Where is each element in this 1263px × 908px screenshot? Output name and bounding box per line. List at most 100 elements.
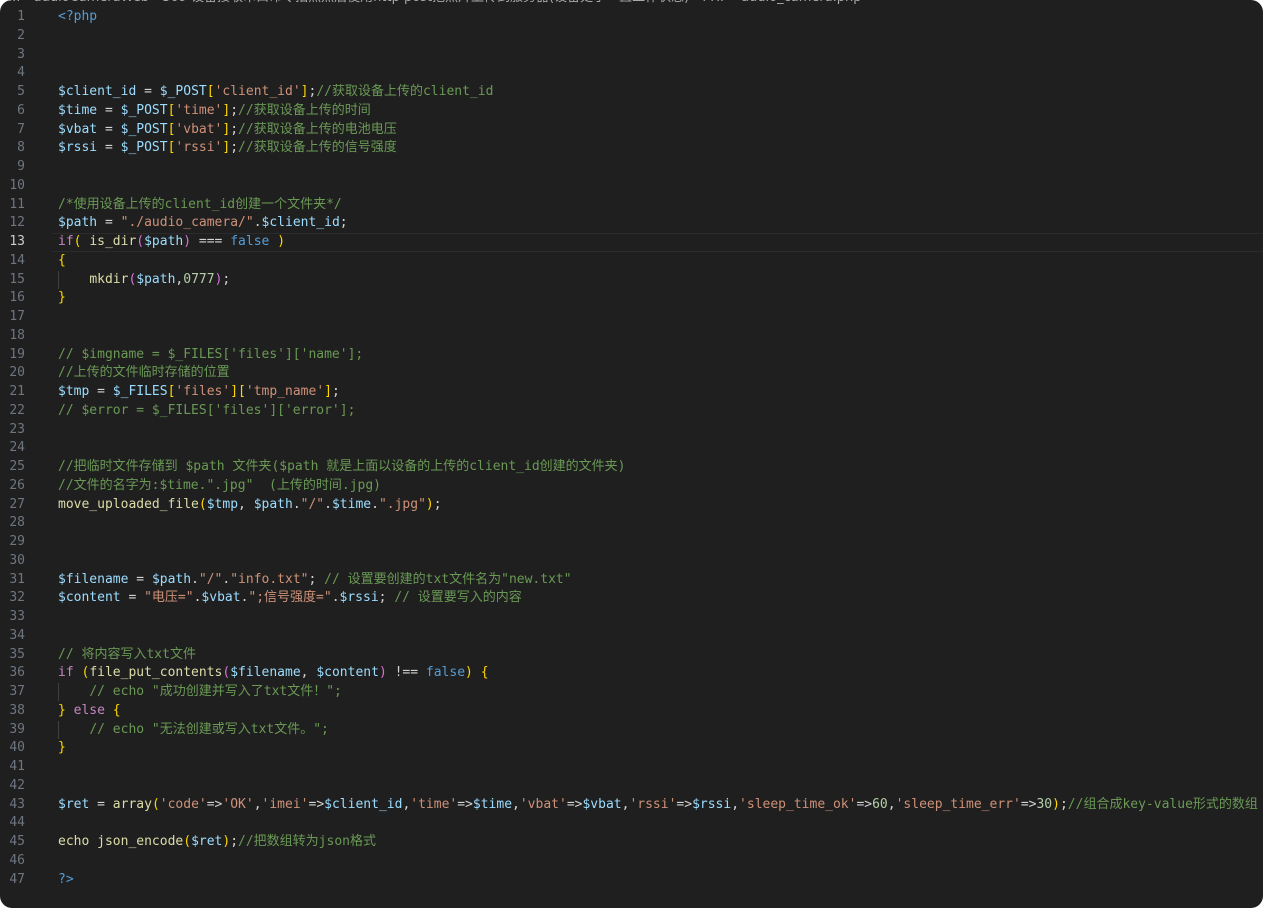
- breadcrumb-item[interactable]: 309 设备接收串口命令拍照然后使用http post把照片上传到服务器(设备处…: [162, 0, 689, 5]
- code-line[interactable]: 39 // echo "无法创建或写入txt文件。";: [0, 721, 1263, 740]
- code-line[interactable]: 14 {: [0, 252, 1263, 271]
- code-line[interactable]: 5 $client_id = $_POST['client_id'];//获取设备…: [0, 83, 1263, 102]
- code-line[interactable]: 17: [0, 308, 1263, 327]
- code-line[interactable]: 8 $rssi = $_POST['rssi'];//获取设备上传的信号强度: [0, 139, 1263, 158]
- code-line[interactable]: 26 //文件的名字为:$time.".jpg" (上传的时间.jpg): [0, 477, 1263, 496]
- token-var: $path: [58, 215, 98, 231]
- code-text[interactable]: if( is_dir($path) === false ): [58, 233, 1263, 252]
- code-line[interactable]: 23: [0, 421, 1263, 440]
- code-text[interactable]: $filename = $path."/"."info.txt"; // 设置要…: [58, 571, 1263, 590]
- code-editor[interactable]: ...›audioCameraWeb›309 设备接收串口命令拍照然后使用htt…: [0, 0, 1263, 908]
- code-text[interactable]: $path = "./audio_camera/".$client_id;: [58, 214, 1263, 233]
- code-text[interactable]: $time = $_POST['time'];//获取设备上传的时间: [58, 102, 1263, 121]
- code-text[interactable]: $client_id = $_POST['client_id'];//获取设备上…: [58, 83, 1263, 102]
- breadcrumb-item[interactable]: audio_camera.php: [741, 0, 862, 5]
- code-text[interactable]: $rssi = $_POST['rssi'];//获取设备上传的信号强度: [58, 139, 1263, 158]
- code-text[interactable]: if (file_put_contents($filename, $conten…: [58, 664, 1263, 683]
- code-line[interactable]: 13 if( is_dir($path) === false ): [0, 233, 1263, 252]
- code-text[interactable]: {: [58, 252, 1263, 271]
- code-line[interactable]: 45 echo json_encode($ret);//把数组转为json格式: [0, 833, 1263, 852]
- code-line[interactable]: 10: [0, 177, 1263, 196]
- code-text[interactable]: }: [58, 289, 1263, 308]
- token-op: =: [97, 215, 121, 231]
- token-var: $path: [151, 571, 192, 587]
- code-line[interactable]: 28: [0, 514, 1263, 533]
- code-text[interactable]: <?php: [58, 8, 1263, 27]
- code-line[interactable]: 16}: [0, 289, 1263, 308]
- code-text[interactable]: move_uploaded_file($tmp, $path."/".$time…: [58, 496, 1263, 515]
- code-text[interactable]: // echo "无法创建或写入txt文件。";: [58, 721, 1263, 740]
- code-line[interactable]: 29: [0, 533, 1263, 552]
- breadcrumb-item[interactable]: ...: [8, 0, 20, 5]
- code-line[interactable]: 30: [0, 552, 1263, 571]
- code-line[interactable]: 22 // $error = $_FILES['files']['error'];: [0, 402, 1263, 421]
- line-number: 21: [9, 384, 25, 399]
- code-text[interactable]: // echo "成功创建并写入了txt文件！";: [58, 683, 1263, 702]
- code-text[interactable]: //文件的名字为:$time.".jpg" (上传的时间.jpg): [58, 477, 1263, 496]
- code-line[interactable]: 1 <?php: [0, 8, 1263, 27]
- code-line[interactable]: 41: [0, 758, 1263, 777]
- code-text[interactable]: // $imgname = $_FILES['files']['name'];: [58, 346, 1263, 365]
- token-str: "/": [198, 571, 223, 587]
- code-text[interactable]: } else {: [58, 702, 1263, 721]
- code-line[interactable]: 9: [0, 158, 1263, 177]
- code-line[interactable]: 47 ?>: [0, 871, 1263, 890]
- code-text[interactable]: $vbat = $_POST['vbat'];//获取设备上传的电池电压: [58, 121, 1263, 140]
- token-cmt: //获取设备上传的信号强度: [238, 140, 397, 156]
- code-line[interactable]: 12 $path = "./audio_camera/".$client_id;: [0, 214, 1263, 233]
- code-line[interactable]: 6 $time = $_POST['time'];//获取设备上传的时间: [0, 102, 1263, 121]
- code-text[interactable]: mkdir($path,0777);: [58, 271, 1263, 290]
- code-text[interactable]: // $error = $_FILES['files']['error'];: [58, 402, 1263, 421]
- code-area[interactable]: 1 <?php 2 3 4 5 $client_id = $_POST['client_id…: [0, 8, 1263, 889]
- token-str: 'sleep_time_err': [895, 796, 1021, 812]
- token-var: $time: [58, 102, 98, 118]
- code-line[interactable]: 11 /*使用设备上传的client_id创建一个文件夹*/: [0, 196, 1263, 215]
- code-text[interactable]: //上传的文件临时存储的位置: [58, 364, 1263, 383]
- line-number: 1: [17, 9, 25, 24]
- token-cmt: // echo "成功创建并写入了txt文件！";: [89, 684, 342, 699]
- code-text[interactable]: /*使用设备上传的client_id创建一个文件夹*/: [58, 196, 1263, 215]
- code-line[interactable]: 37 // echo "成功创建并写入了txt文件！";: [0, 683, 1263, 702]
- code-text[interactable]: echo json_encode($ret);//把数组转为json格式: [58, 833, 1263, 852]
- code-line[interactable]: 7 $vbat = $_POST['vbat'];//获取设备上传的电池电压: [0, 121, 1263, 140]
- code-text[interactable]: //把临时文件存储到 $path 文件夹($path 就是上面以设备的上传的cl…: [58, 458, 1263, 477]
- chevron-right-icon: ›: [689, 0, 702, 5]
- code-line[interactable]: 15 mkdir($path,0777);: [0, 271, 1263, 290]
- code-text[interactable]: $tmp = $_FILES['files']['tmp_name'];: [58, 383, 1263, 402]
- code-line[interactable]: 42: [0, 777, 1263, 796]
- code-text[interactable]: // 将内容写入txt文件: [58, 646, 1263, 665]
- token-cmt: //组合成key-value形式的数组: [1067, 796, 1258, 812]
- token-op: ;: [378, 590, 395, 606]
- breadcrumb-item[interactable]: audioCameraWeb: [34, 0, 149, 5]
- code-line[interactable]: 21 $tmp = $_FILES['files']['tmp_name'];: [0, 383, 1263, 402]
- code-line[interactable]: 33: [0, 608, 1263, 627]
- code-line[interactable]: 34: [0, 627, 1263, 646]
- code-text[interactable]: $ret = array('code'=>'OK','imei'=>$clien…: [58, 796, 1263, 815]
- code-text[interactable]: ?>: [58, 871, 1263, 890]
- code-line[interactable]: 46: [0, 852, 1263, 871]
- line-number: 24: [9, 440, 25, 456]
- code-line[interactable]: 35 // 将内容写入txt文件: [0, 646, 1263, 665]
- code-line[interactable]: 36 if (file_put_contents($filename, $cont…: [0, 664, 1263, 683]
- code-line[interactable]: 24: [0, 439, 1263, 458]
- breadcrumb-item[interactable]: PHP: [702, 0, 727, 5]
- line-number: 17: [9, 309, 25, 324]
- code-line[interactable]: 3: [0, 46, 1263, 65]
- token-num: 30: [1036, 796, 1053, 812]
- token-var: $rssi: [692, 796, 732, 812]
- code-line[interactable]: 31 $filename = $path."/"."info.txt"; // 设…: [0, 571, 1263, 590]
- code-line[interactable]: 27 move_uploaded_file($tmp, $path."/".$ti…: [0, 496, 1263, 515]
- code-line[interactable]: 20 //上传的文件临时存储的位置: [0, 364, 1263, 383]
- code-line[interactable]: 43 $ret = array('code'=>'OK','imei'=>$cli…: [0, 796, 1263, 815]
- code-text[interactable]: $content = "电压=".$vbat.";信号强度=".$rssi; /…: [58, 589, 1263, 608]
- code-line[interactable]: 38} else {: [0, 702, 1263, 721]
- code-line[interactable]: 18: [0, 327, 1263, 346]
- code-line[interactable]: 4: [0, 64, 1263, 83]
- code-line[interactable]: 40}: [0, 739, 1263, 758]
- code-line[interactable]: 44: [0, 814, 1263, 833]
- code-line[interactable]: 25 //把临时文件存储到 $path 文件夹($path 就是上面以设备的上传的…: [0, 458, 1263, 477]
- code-text[interactable]: }: [58, 739, 1263, 758]
- code-line[interactable]: 32 $content = "电压=".$vbat.";信号强度=".$rssi;…: [0, 589, 1263, 608]
- code-line[interactable]: 2: [0, 27, 1263, 46]
- code-line[interactable]: 19 // $imgname = $_FILES['files']['name']…: [0, 346, 1263, 365]
